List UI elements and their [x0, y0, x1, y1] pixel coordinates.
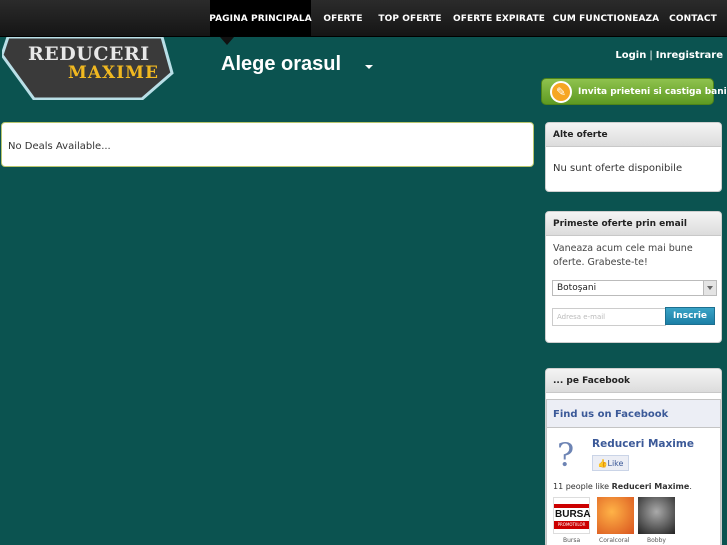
fan-name[interactable]: Coralcoral [599, 537, 629, 544]
bursa-logo-subtext: PROMOTIILOR [554, 521, 589, 529]
facebook-like-box: Find us on Facebook ? Reduceri Maxime 👍 L… [546, 399, 721, 545]
panel-title: Primeste oferte prin email [546, 212, 721, 236]
panel-title: ... pe Facebook [546, 369, 721, 393]
signup-description: Vaneaza acum cele mai bune oferte. Grabe… [553, 243, 693, 268]
like-count-page[interactable]: Reduceri Maxime [612, 482, 690, 491]
login-link[interactable]: Login [615, 50, 646, 61]
invite-friends-button[interactable]: ✎ Invita prieteni si castiga bani [541, 78, 727, 105]
facebook-like-count: 11 people like Reduceri Maxime. [553, 482, 692, 491]
city-select[interactable]: Botoşani [552, 280, 717, 296]
facebook-like-button[interactable]: 👍 Like [592, 455, 629, 471]
register-link[interactable]: Inregistrare [656, 50, 723, 61]
bursa-logo-text: BURSA [555, 509, 591, 520]
thumbs-up-icon: 👍 [597, 458, 608, 468]
dropdown-arrow-icon[interactable] [703, 281, 716, 295]
subscribe-button[interactable]: Inscrie [665, 307, 715, 325]
facebook-page-name[interactable]: Reduceri Maxime [592, 438, 694, 450]
auth-links: Login | Inregistrare [615, 50, 723, 61]
bursa-logo-stripe [554, 504, 589, 508]
fan-avatar-bursa[interactable]: BURSA PROMOTIILOR [553, 497, 591, 534]
email-signup-panel: Primeste oferte prin email Vaneaza acum … [545, 211, 722, 343]
question-mark-icon: ? [557, 436, 575, 474]
no-deals-message: No Deals Available... [8, 141, 111, 152]
invite-label: Invita prieteni si castiga bani [578, 86, 727, 97]
facebook-box-title[interactable]: Find us on Facebook [547, 400, 720, 428]
like-count-suffix: . [689, 482, 692, 491]
nav-item-cum-functioneaza[interactable]: CUM FUNCTIONEAZA [553, 0, 659, 37]
panel-title: Alte oferte [546, 123, 721, 147]
fan-name[interactable]: Bursa [563, 537, 580, 544]
top-nav: PAGINA PRINCIPALA OFERTE TOP OFERTE OFER… [0, 0, 727, 37]
facebook-panel: ... pe Facebook Find us on Facebook ? Re… [545, 368, 722, 545]
logo-text-maxime: MAXIME [68, 63, 159, 83]
nav-item-top-oferte[interactable]: TOP OFERTE [377, 0, 443, 37]
chevron-down-icon[interactable] [365, 65, 373, 69]
other-offers-panel: Alte oferte Nu sunt oferte disponibile [545, 122, 722, 192]
nav-item-pagina-principala[interactable]: PAGINA PRINCIPALA [209, 0, 312, 37]
deals-panel: No Deals Available... [1, 122, 534, 167]
fan-avatar-bobby[interactable] [638, 497, 675, 534]
fan-name[interactable]: Bobby [647, 537, 666, 544]
nav-item-contact[interactable]: CONTACT [664, 0, 722, 37]
nav-item-oferte-expirate[interactable]: OFERTE EXPIRATE [453, 0, 545, 37]
like-label: Like [607, 458, 624, 468]
like-count-prefix: 11 people like [553, 482, 612, 491]
email-input[interactable]: Adresa e-mail [552, 308, 666, 326]
nav-item-oferte[interactable]: OFERTE [318, 0, 368, 37]
city-selector[interactable]: Alege orasul [221, 53, 341, 76]
pencil-icon: ✎ [550, 81, 572, 103]
site-logo[interactable]: REDUCERI MAXIME [2, 37, 174, 100]
logo-text-reduceri: REDUCERI [28, 43, 150, 65]
no-offers-message: Nu sunt oferte disponibile [553, 163, 683, 174]
nav-pointer-icon [220, 37, 234, 45]
auth-separator: | [649, 50, 653, 61]
fan-avatar-coralcoral[interactable] [597, 497, 634, 534]
city-select-value: Botoşani [557, 283, 597, 293]
